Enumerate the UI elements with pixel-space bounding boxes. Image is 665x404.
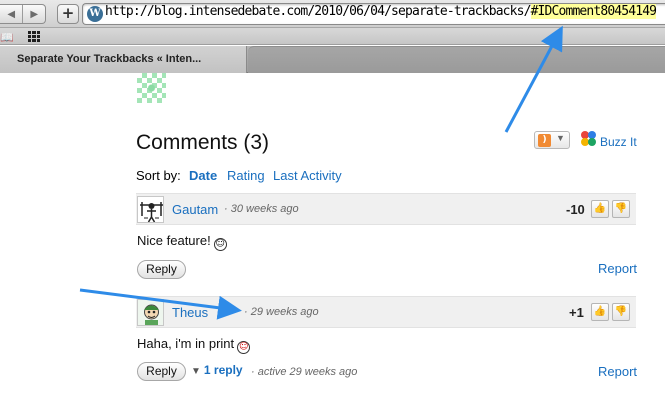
bookmarks-bar: 📖 <box>0 28 665 45</box>
replies-toggle[interactable]: ▼ 1 reply <box>191 363 243 377</box>
wordpress-icon: W <box>87 6 103 22</box>
comment-header: Theus · 29 weeks ago +1 👍 👎 <box>136 296 636 328</box>
comment-text: Haha, i'm in print <box>137 336 235 351</box>
last-active-time: · active 29 weeks ago <box>251 366 358 378</box>
sort-date-link[interactable]: Date <box>189 168 217 183</box>
open-book-icon[interactable]: 📖 <box>0 31 14 44</box>
comment-text: Nice feature! <box>137 233 211 248</box>
nav-buttons: ◀ ▶ <box>0 4 46 24</box>
comment-author[interactable]: Theus <box>172 305 208 320</box>
comment-time: · 29 weeks ago <box>244 306 319 318</box>
sort-last-activity-link[interactable]: Last Activity <box>273 168 342 183</box>
tab-bar: Separate Your Trackbacks « Inten... <box>0 46 665 73</box>
address-bar[interactable]: W http://blog.intensedebate.com/2010/06/… <box>82 3 665 25</box>
buzz-it-link[interactable]: Buzz It <box>600 135 637 149</box>
tab-bar-empty <box>248 46 665 73</box>
report-link[interactable]: Report <box>598 261 637 276</box>
comment-time: · 30 weeks ago <box>224 203 299 215</box>
add-bookmark-button[interactable]: + <box>57 4 79 24</box>
comment-author[interactable]: Gautam <box>172 202 218 217</box>
thumbs-down-icon[interactable]: 👎 <box>612 303 630 321</box>
google-buzz-icon[interactable] <box>581 131 597 147</box>
sort-label: Sort by: <box>136 168 181 183</box>
thumbs-down-icon[interactable]: 👎 <box>612 200 630 218</box>
commenter-avatar[interactable] <box>137 299 164 326</box>
url-main: http://blog.intensedebate.com/2010/06/04… <box>105 4 531 19</box>
sort-rating-link[interactable]: Rating <box>227 168 265 183</box>
thumbs-up-icon[interactable]: 👍 <box>591 303 609 321</box>
smiley-icon: ☺ <box>213 238 227 251</box>
reply-button[interactable]: Reply <box>137 362 186 381</box>
blog-author-avatar <box>137 73 166 103</box>
reply-button[interactable]: Reply <box>137 260 186 279</box>
forward-arrow-icon[interactable]: ▶ <box>22 5 45 23</box>
url-text[interactable]: http://blog.intensedebate.com/2010/06/04… <box>105 4 657 24</box>
top-sites-grid-icon[interactable] <box>28 31 40 42</box>
report-link[interactable]: Report <box>598 364 637 379</box>
commenter-avatar[interactable] <box>137 196 164 223</box>
comment-score: -10 <box>566 202 585 217</box>
comment-body: Haha, i'm in print ☺ <box>137 336 251 354</box>
chevron-down-icon: ▼ <box>556 133 565 143</box>
comments-heading: Comments (3) <box>136 131 270 154</box>
thumbs-up-icon[interactable]: 👍 <box>591 200 609 218</box>
collapse-triangle-icon: ▼ <box>191 366 201 377</box>
tab-active[interactable]: Separate Your Trackbacks « Inten... <box>0 46 247 73</box>
rss-icon: ) <box>538 134 551 147</box>
comment-header: Gautam · 30 weeks ago -10 👍 👎 <box>136 193 636 225</box>
comment-body: Nice feature! ☺ <box>137 233 227 251</box>
replies-count: 1 reply <box>203 363 243 377</box>
comment-score: +1 <box>569 305 584 320</box>
url-fragment: #IDComment80454149 <box>530 4 657 19</box>
tongue-smiley-icon: ☺ <box>237 341 251 354</box>
back-arrow-icon[interactable]: ◀ <box>0 5 22 23</box>
browser-toolbar: ◀ ▶ + W http://blog.intensedebate.com/20… <box>0 0 665 28</box>
rss-subscribe-button[interactable]: ) ▼ <box>534 131 570 149</box>
